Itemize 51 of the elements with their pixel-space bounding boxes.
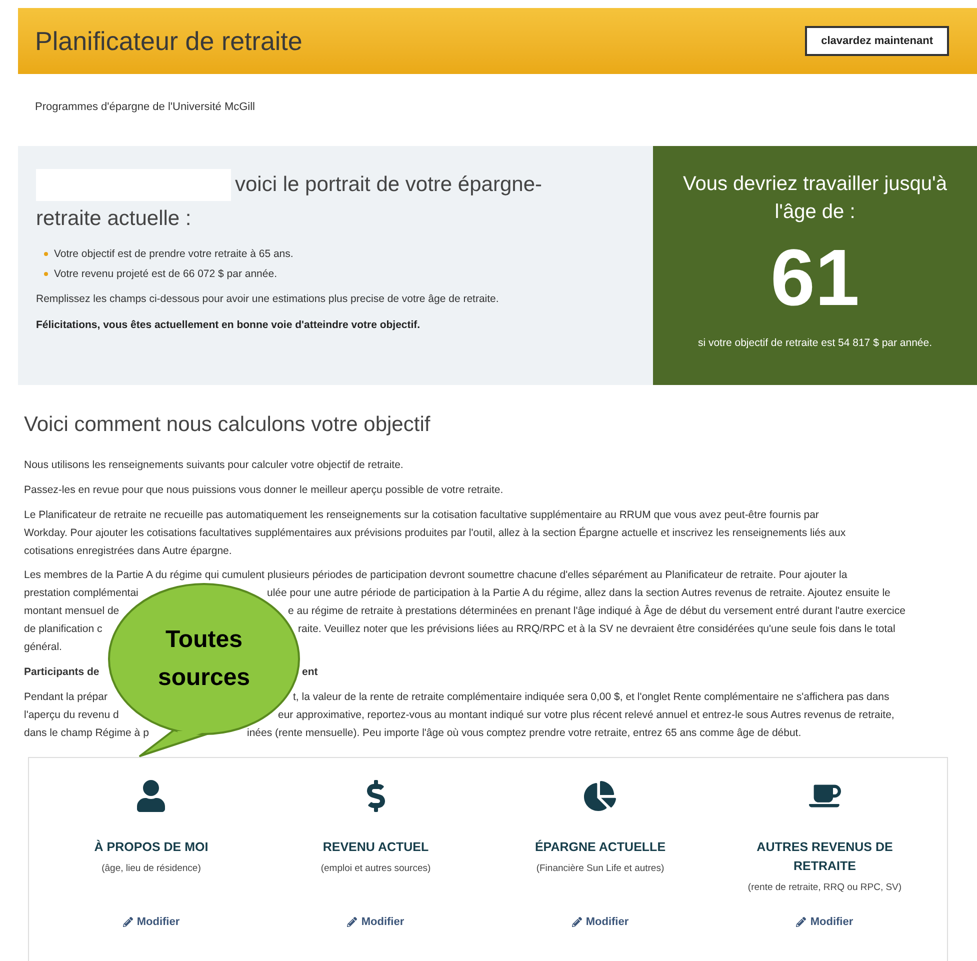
card-subtitle: (Financière Sun Life et autres) xyxy=(536,862,664,876)
person-icon xyxy=(135,780,168,812)
card-title: À PROPOS DE MOI xyxy=(93,838,210,856)
pie-chart-icon xyxy=(584,780,616,812)
paragraph-text: Participants de xyxy=(24,666,100,678)
pencil-icon xyxy=(796,917,806,928)
paragraph-text: général. xyxy=(24,640,62,656)
edit-link[interactable]: Modifier xyxy=(122,914,180,930)
pencil-icon xyxy=(572,917,582,928)
paragraph-text: Passez-les en revue pour que nous puissions vous donner le meilleur aperçu possible de votre retraite. xyxy=(24,483,504,498)
paragraph-text: t, la valeur de la rente de retraite complémentaire indiquée sera 0,00 $, et l'onglet Rente complémentaire ne s'affichera pas dans xyxy=(293,690,890,706)
paragraph-text: raite. Veuillez noter que les prévisions liées au RRQ/RPC et à la SV ne devraient être considérées qu'une seule fois dans le total xyxy=(298,622,896,638)
card-title: REVENU ACTUEL xyxy=(322,839,430,856)
bullet-text: Votre objectif est de prendre votre retraite à 65 ans. xyxy=(54,247,294,262)
chat-button[interactable]: clavardez maintenant xyxy=(805,26,949,56)
note-text: Remplissez les champs ci-dessous pour avoir une estimations plus precise de votre âge de retraite. xyxy=(36,292,500,307)
card-subtitle: (âge, lieu de résidence) xyxy=(102,862,201,876)
paragraph-text: ulée pour une autre période de participation à la Partie A du régime, allez dans la section Autres revenus de retraite. Ajoutez ensuite le xyxy=(267,586,890,602)
result-label: Vous devriez travailler jusqu'à l'âge de : xyxy=(682,172,948,225)
paragraph-text: eur approximative, reportez-vous au montant indiqué sur votre plus récent relevé annuel et entrez-le sous Autres revenus de retraite, xyxy=(278,708,894,724)
summary-heading: retraite actuelle : xyxy=(36,207,192,230)
paragraph-text: Le Planificateur de retraite ne recueille pas automatiquement les renseignements sur la cotisation facultative supplémentaire au RRUM que vous avez peut-être fournis par Workday. Pour ajouter les cotisations facultatives supplémentaires aux prévisions produites par l'outil, allez à la section Épargne actuelle et inscrivez les renseignements liés aux cotisations enregistrées dans Autre épargne. xyxy=(24,508,847,559)
paragraph-text: Les membres de la Partie A du régime qui cumulent plusieurs périodes de participation devront soumettre chacune d'elles séparément au Planificateur de retraite. Pour ajouter la xyxy=(24,568,848,584)
summary-heading: voici le portrait de votre épargne- xyxy=(235,172,542,198)
paragraph-text: Nous utilisons les renseignements suivants pour calculer votre objectif de retraite. xyxy=(24,458,404,473)
edit-link[interactable]: Modifier xyxy=(796,914,854,930)
paragraph-text: montant mensuel de xyxy=(24,605,120,618)
subtitle-text: Programmes d'épargne de l'Université McGill xyxy=(35,101,256,113)
paragraph-text: l'aperçu du revenu d xyxy=(24,709,119,722)
result-age: 61 xyxy=(770,232,860,324)
app-title: Planificateur de retraite xyxy=(35,24,302,58)
result-condition: si votre objectif de retraite est 54 817 $ par année. xyxy=(698,336,932,351)
callout-text: Toutes sources xyxy=(156,625,252,693)
paragraph-text: dans le champ Régime à p xyxy=(24,727,149,740)
section-title: Voici comment nous calculons votre objectif xyxy=(24,412,432,438)
bullet-text: Votre revenu projeté est de 66 072 $ par année. xyxy=(54,267,277,282)
paragraph-text: de planification c xyxy=(24,623,102,636)
paragraph-text: prestation complémentai xyxy=(24,587,138,600)
card-subtitle: (rente de retraite, RRQ ou RPC, SV) xyxy=(748,881,902,895)
paragraph-text: inées (rente mensuelle). Peu importe l'âge où vous comptez prendre votre retraite, entrez 65 ans comme âge de début. xyxy=(247,726,802,742)
card-subtitle: (emploi et autres sources) xyxy=(320,862,431,876)
paragraph-text: ent xyxy=(302,665,318,680)
paragraph-text: Pendant la prépar xyxy=(24,691,108,704)
paragraph-text: e au régime de retraite à prestations déterminées en prenant l'âge indiqué à Âge de début du versement entré durant l'autre exercice xyxy=(288,604,906,620)
congrats-text: Félicitations, vous êtes actuellement en bonne voie d'atteindre votre objectif. xyxy=(36,318,422,333)
card-title: AUTRES REVENUS DE RETRAITE xyxy=(756,839,894,875)
pencil-icon xyxy=(347,917,358,928)
edit-link[interactable]: Modifier xyxy=(572,914,629,930)
edit-link[interactable]: Modifier xyxy=(347,914,404,930)
pencil-icon xyxy=(122,917,133,928)
card-title: ÉPARGNE ACTUELLE xyxy=(534,838,667,856)
